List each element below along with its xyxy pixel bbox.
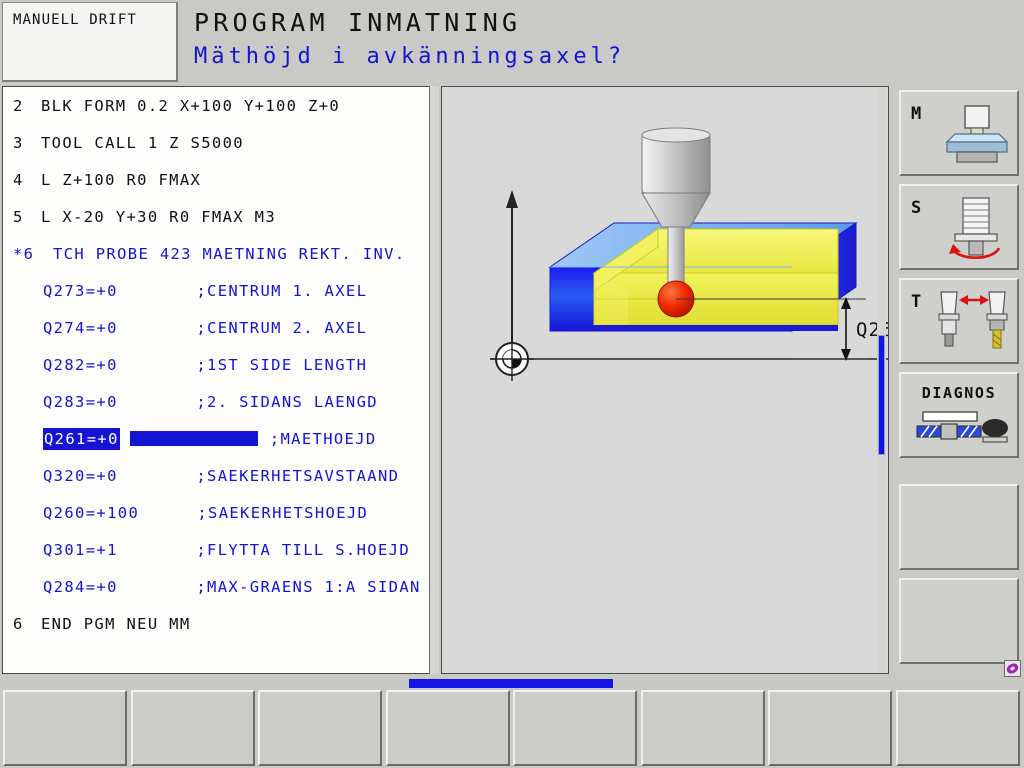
program-line[interactable]: *6 TCH PROBE 423 MAETNING REKT. INV. xyxy=(3,243,437,265)
program-line-text: L X-20 Y+30 R0 FMAX M3 xyxy=(41,208,276,226)
softkey-7[interactable] xyxy=(768,690,892,766)
status-corner-icon[interactable] xyxy=(1004,660,1021,677)
softkey-letter-t: T xyxy=(911,292,922,312)
program-line[interactable]: Q273=+0 ;CENTRUM 1. AXEL xyxy=(3,280,437,302)
graphics-scrollbar-thumb[interactable] xyxy=(878,335,885,455)
program-line[interactable]: 3 TOOL CALL 1 Z S5000 xyxy=(3,132,437,154)
program-line-number: *6 xyxy=(13,245,35,263)
softkey-page-indicator xyxy=(409,679,613,688)
softkey-6[interactable] xyxy=(640,690,765,766)
title-block: PROGRAM INMATNING Mäthöjd i avkänningsax… xyxy=(186,0,1024,84)
spindle-rotation-icon xyxy=(949,197,1001,259)
program-line-text: TOOL CALL 1 Z S5000 xyxy=(41,134,244,152)
program-line[interactable]: Q260=+100 ;SAEKERHETSHOEJD xyxy=(3,502,437,524)
q-parameter-comment: ;1ST SIDE LENGTH xyxy=(196,356,368,374)
softkey-8[interactable] xyxy=(895,690,1020,766)
program-line-number: 4 xyxy=(13,171,24,189)
program-line-text: BLK FORM 0.2 X+100 Y+100 Z+0 xyxy=(41,97,341,115)
probe-cycle-graphic: Q261 xyxy=(490,127,888,381)
graphics-panel: Q261 xyxy=(441,86,889,674)
program-line-number: 3 xyxy=(13,134,24,152)
q-parameter-value[interactable]: Q260=+100 xyxy=(43,504,139,522)
workpiece-block xyxy=(548,222,858,332)
program-line[interactable]: Q320=+0 ;SAEKERHETSAVSTAAND xyxy=(3,465,437,487)
q-parameter-value[interactable]: Q283=+0 xyxy=(43,393,118,411)
q-parameter-comment: ;MAETHOEJD xyxy=(269,430,377,448)
softkey-4[interactable] xyxy=(385,690,510,766)
program-line-text: END PGM NEU MM xyxy=(41,615,191,633)
softkey-3[interactable] xyxy=(258,690,382,766)
program-line-number: 5 xyxy=(13,208,24,226)
softkey-empty-6[interactable] xyxy=(899,578,1019,664)
q-parameter-value[interactable]: Q273=+0 xyxy=(43,282,118,300)
program-line[interactable]: Q284=+0 ;MAX-GRAENS 1:A SIDAN » xyxy=(3,576,438,598)
q-parameter-comment: ;MAX-GRAENS 1:A SIDAN » xyxy=(196,578,438,596)
q-parameter-comment: ;SAEKERHETSHOEJD xyxy=(197,504,369,522)
q-parameter-value[interactable]: Q282=+0 xyxy=(43,356,118,374)
softkey-empty-5[interactable] xyxy=(899,484,1019,570)
operating-mode-label: MANUELL DRIFT xyxy=(13,12,137,28)
tool-change-icon xyxy=(938,291,1008,349)
softkey-1[interactable] xyxy=(3,690,127,766)
diagnostics-icon xyxy=(916,411,1008,443)
page-title: PROGRAM INMATNING xyxy=(194,8,522,37)
program-line[interactable]: 2 BLK FORM 0.2 X+100 Y+100 Z+0 xyxy=(3,95,437,117)
program-line-text: TCH PROBE 423 MAETNING REKT. INV. xyxy=(53,245,406,263)
palette-icon xyxy=(1006,663,1019,674)
q-parameter-value[interactable]: Q261=+0 xyxy=(43,428,120,450)
program-line[interactable]: 4 L Z+100 R0 FMAX xyxy=(3,169,437,191)
q-parameter-comment: ;2. SIDANS LAENGD xyxy=(196,393,378,411)
softkey-machine-status[interactable]: M xyxy=(899,90,1019,176)
z-axis-arrow xyxy=(506,190,518,359)
softkey-5[interactable] xyxy=(513,690,637,766)
q-parameter-comment: ;CENTRUM 1. AXEL xyxy=(196,282,368,300)
q-parameter-value[interactable]: Q274=+0 xyxy=(43,319,118,337)
program-listing-panel[interactable]: 2 BLK FORM 0.2 X+100 Y+100 Z+0 3 TOOL CALL … xyxy=(2,86,438,674)
softkey-diagnostics[interactable]: DIAGNOS xyxy=(899,372,1019,458)
program-line[interactable]: 6 END PGM NEU MM xyxy=(3,613,437,635)
softkey-letter-m: M xyxy=(911,104,922,124)
q-parameter-comment: ;CENTRUM 2. AXEL xyxy=(196,319,368,337)
softkey-spindle-status[interactable]: S xyxy=(899,184,1019,270)
softkey-label-diagnos: DIAGNOS xyxy=(921,384,997,402)
program-scroll-strip[interactable] xyxy=(429,86,439,674)
program-line[interactable]: 5 L X-20 Y+30 R0 FMAX M3 xyxy=(3,206,437,228)
program-line[interactable]: Q282=+0 ;1ST SIDE LENGTH xyxy=(3,354,437,376)
softkey-2[interactable] xyxy=(130,690,255,766)
datum-origin-icon xyxy=(490,337,534,381)
horizontal-softkey-row xyxy=(0,690,1024,768)
dialog-prompt: Mäthöjd i avkänningsaxel? xyxy=(194,44,626,69)
program-line-number: 6 xyxy=(13,615,24,633)
program-line-number: 2 xyxy=(13,97,24,115)
edit-cursor-bar xyxy=(129,431,258,446)
q-parameter-comment: ;FLYTTA TILL S.HOEJD xyxy=(196,541,411,559)
q-parameter-value[interactable]: Q301=+1 xyxy=(43,541,118,559)
q-parameter-value[interactable]: Q284=+0 xyxy=(43,578,118,596)
program-line[interactable]: Q283=+0 ;2. SIDANS LAENGD xyxy=(3,391,437,413)
tnc-control-screen: MANUELL DRIFT PROGRAM INMATNING Mäthöjd … xyxy=(0,0,1024,768)
softkey-letter-s: S xyxy=(911,198,922,218)
program-line-selected[interactable]: Q261=+0 ;MAETHOEJD xyxy=(3,428,437,450)
header-bar: MANUELL DRIFT PROGRAM INMATNING Mäthöjd … xyxy=(0,0,1024,84)
program-line[interactable]: Q274=+0 ;CENTRUM 2. AXEL xyxy=(3,317,437,339)
program-line[interactable]: Q301=+1 ;FLYTTA TILL S.HOEJD xyxy=(3,539,437,561)
softkey-tool-status[interactable]: T xyxy=(899,278,1019,364)
q-parameter-value[interactable]: Q320=+0 xyxy=(43,467,118,485)
machine-table-icon xyxy=(945,105,1009,163)
vertical-softkey-column: M S T DIAGNOS xyxy=(893,86,1024,674)
q-parameter-comment: ;SAEKERHETSAVSTAAND xyxy=(196,467,400,485)
program-line-text: L Z+100 R0 FMAX xyxy=(41,171,202,189)
operating-mode-tab[interactable]: MANUELL DRIFT xyxy=(2,2,178,82)
